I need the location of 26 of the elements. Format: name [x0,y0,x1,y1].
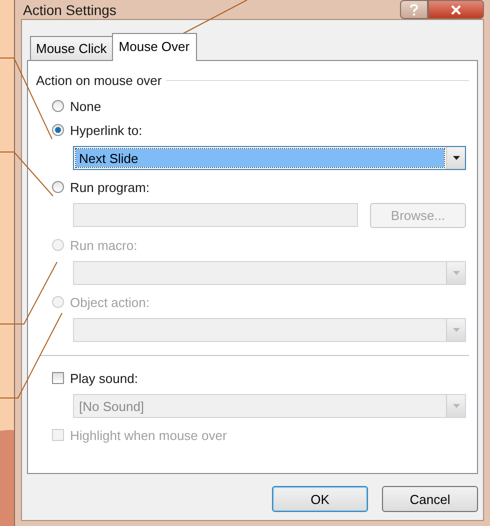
checkbox-label: Highlight when mouse over [70,428,227,442]
radio-button[interactable] [52,100,64,112]
tab[interactable]: Mouse Click [30,36,113,60]
leader-line [0,262,58,324]
dropdown-value: Next Slide [76,149,444,167]
group-title: Action on mouse over [36,73,162,88]
radio-label: Run program: [70,180,150,194]
checkbox-label: Play sound: [70,370,138,386]
help-button[interactable] [400,0,428,19]
radio-label: Object action: [70,294,150,310]
close-icon [450,4,462,14]
radio-label: Run macro: [70,238,138,252]
radio-button[interactable] [52,124,64,136]
checkbox[interactable] [52,372,64,384]
window-title: Action Settings [23,2,116,18]
close-button[interactable] [428,0,484,19]
leader-line [0,152,54,196]
cancel-button[interactable]: Cancel [382,486,478,512]
help-icon [409,4,419,16]
tab[interactable]: Mouse Over [112,33,197,61]
dropdown[interactable]: Next Slide [73,146,466,170]
radio-label: None [70,98,102,114]
radio-button[interactable] [52,181,64,193]
ok-button[interactable]: OK [272,486,368,512]
radio-label: Hyperlink to: [70,122,142,138]
dropdown-value: [No Sound] [78,398,146,415]
